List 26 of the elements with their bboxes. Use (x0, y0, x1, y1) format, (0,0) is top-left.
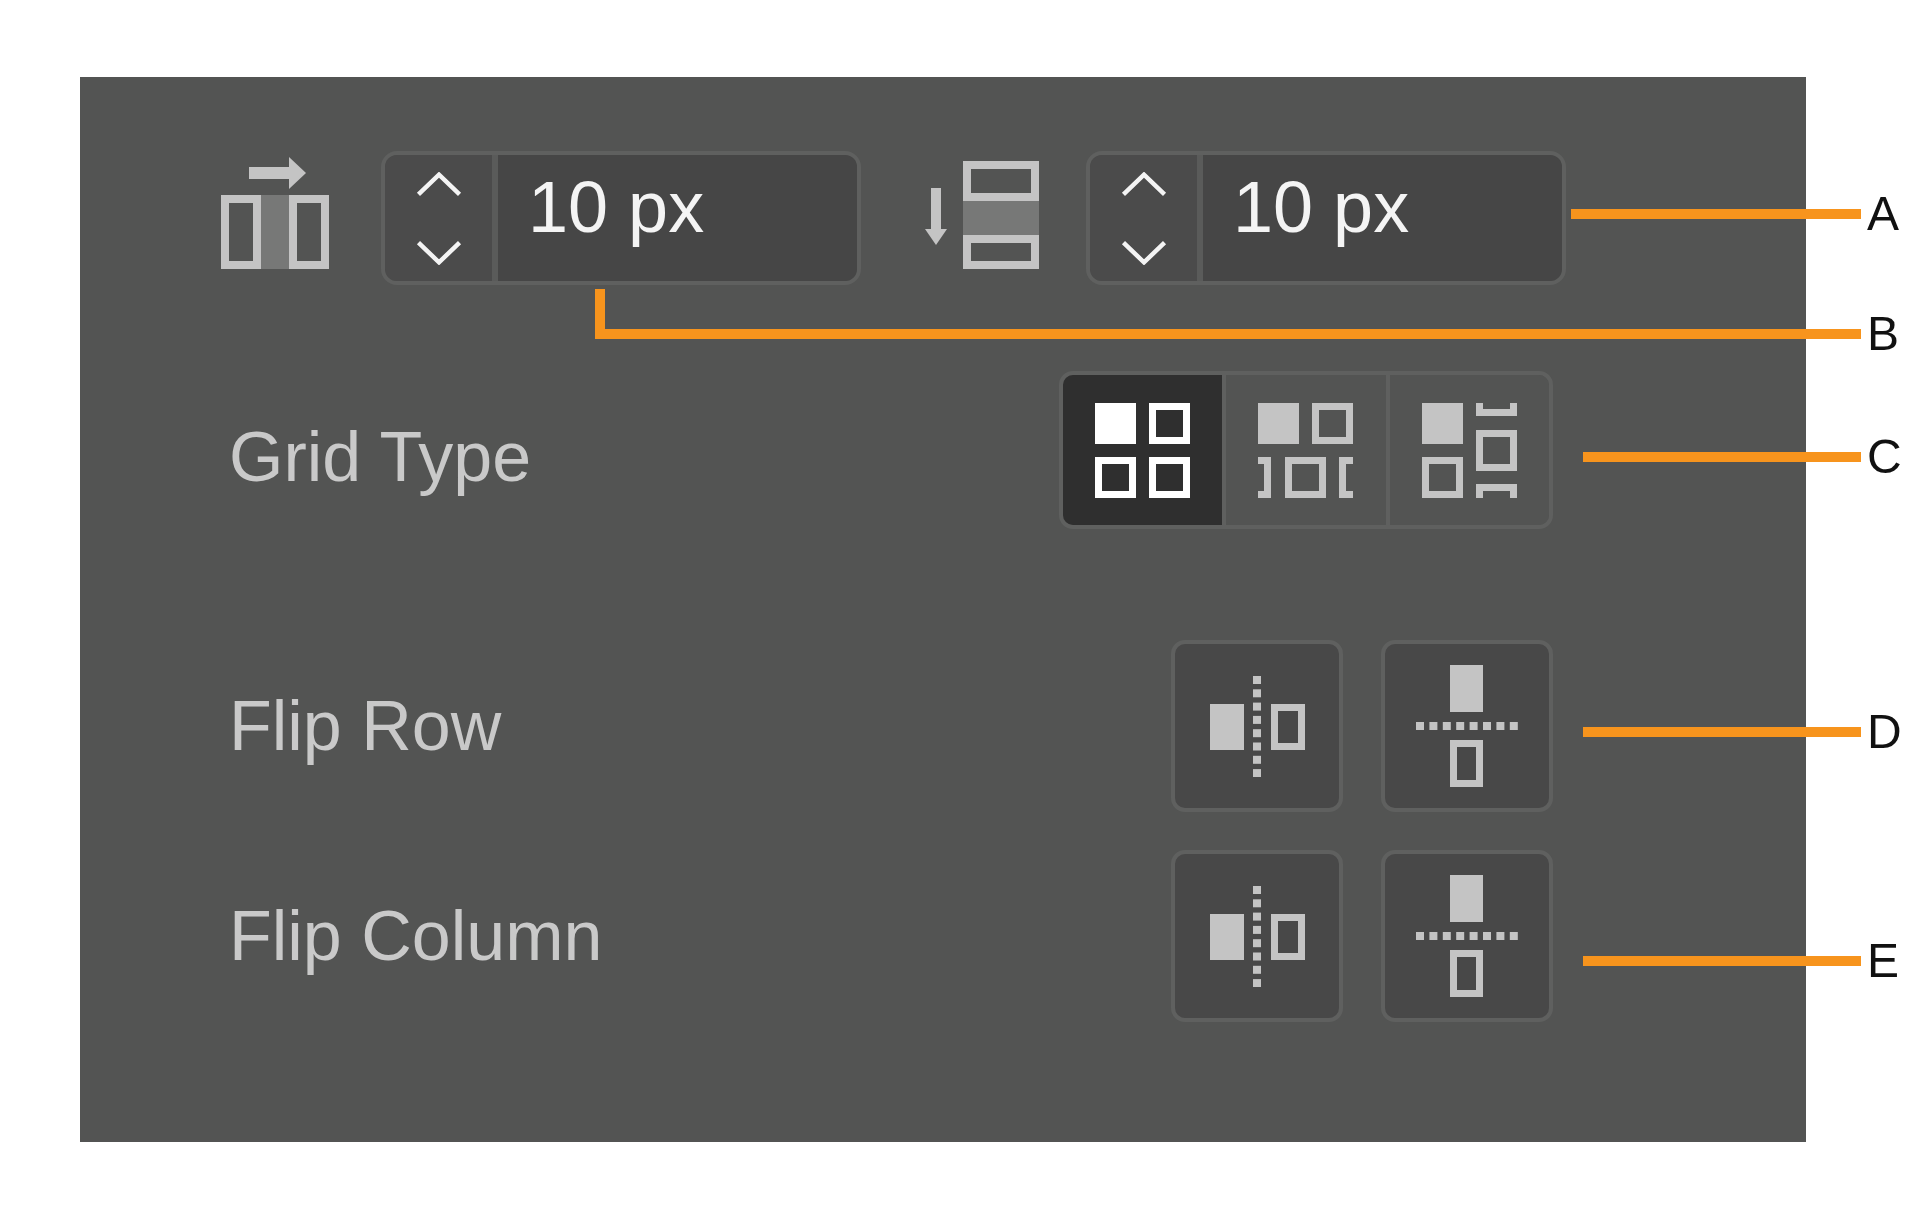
flip-label: Flip Column (229, 896, 603, 976)
staggered-rows-icon (1258, 402, 1354, 498)
callout-label: A (1867, 190, 1899, 238)
callout-label: E (1867, 937, 1899, 985)
flip-horizontal-icon (1209, 885, 1305, 987)
staggered-columns-icon (1421, 402, 1517, 498)
grid-type-label: Grid Type (229, 417, 532, 497)
spacing-input[interactable]: 10 px (1203, 155, 1562, 281)
flip-label: Flip Row (229, 686, 502, 766)
spinner-control[interactable]: 10 px (381, 151, 861, 285)
callout-label: C (1867, 433, 1902, 481)
callout-label: B (1867, 310, 1899, 358)
flip-vertical-button[interactable] (1381, 640, 1553, 812)
horizontal-spacing-icon (220, 156, 332, 270)
grid-type-option[interactable] (1063, 375, 1223, 525)
flip-horizontal-button[interactable] (1171, 850, 1343, 1022)
flip-vertical-button[interactable] (1381, 850, 1553, 1022)
grid-icon (1095, 402, 1191, 498)
flip-horizontal-icon (1209, 675, 1305, 777)
spinner-control[interactable]: 10 px (1086, 151, 1566, 285)
spacing-input[interactable]: 10 px (498, 155, 857, 281)
flip-vertical-icon (1416, 875, 1518, 997)
flip-vertical-icon (1416, 665, 1518, 787)
callout-label: D (1867, 708, 1902, 756)
vertical-spacing-icon (925, 159, 1039, 269)
flip-horizontal-button[interactable] (1171, 640, 1343, 812)
